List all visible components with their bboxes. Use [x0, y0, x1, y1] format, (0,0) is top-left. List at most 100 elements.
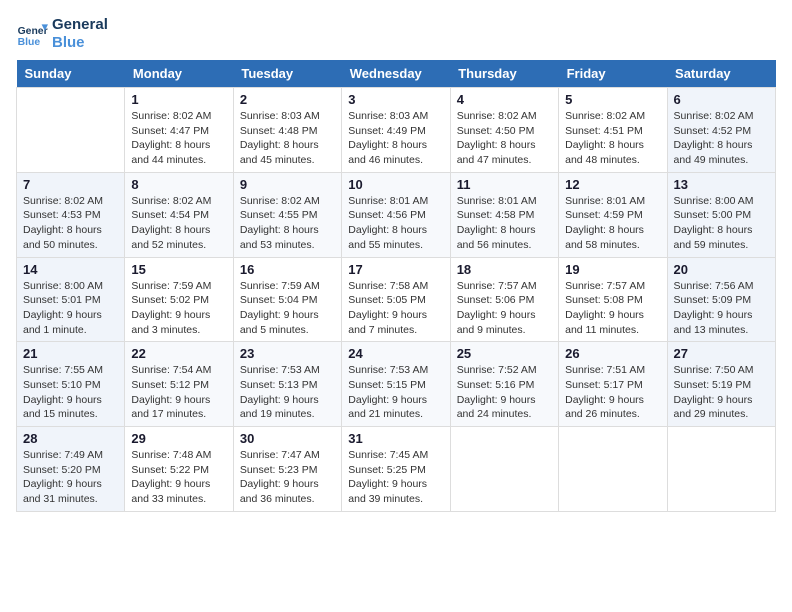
calendar-cell: 10 Sunrise: 8:01 AMSunset: 4:56 PMDayligh… — [342, 172, 450, 257]
calendar-cell: 31 Sunrise: 7:45 AMSunset: 5:25 PMDayligh… — [342, 427, 450, 512]
calendar-cell: 20 Sunrise: 7:56 AMSunset: 5:09 PMDayligh… — [667, 257, 775, 342]
day-info: Sunrise: 8:02 AMSunset: 4:54 PMDaylight:… — [131, 194, 226, 253]
day-info: Sunrise: 8:02 AMSunset: 4:55 PMDaylight:… — [240, 194, 335, 253]
day-info: Sunrise: 8:00 AMSunset: 5:00 PMDaylight:… — [674, 194, 769, 253]
calendar-cell: 24 Sunrise: 7:53 AMSunset: 5:15 PMDayligh… — [342, 342, 450, 427]
calendar-table: SundayMondayTuesdayWednesdayThursdayFrid… — [16, 60, 776, 512]
calendar-cell: 5Sunrise: 8:02 AMSunset: 4:51 PMDaylight… — [559, 88, 667, 173]
day-info: Sunrise: 7:57 AMSunset: 5:08 PMDaylight:… — [565, 279, 660, 338]
calendar-cell: 29Sunrise: 7:48 AMSunset: 5:22 PMDayligh… — [125, 427, 233, 512]
day-number: 3 — [348, 92, 443, 107]
calendar-cell: 18 Sunrise: 7:57 AMSunset: 5:06 PMDayligh… — [450, 257, 558, 342]
calendar-cell: 28 Sunrise: 7:49 AMSunset: 5:20 PMDayligh… — [17, 427, 125, 512]
calendar-cell: 21 Sunrise: 7:55 AMSunset: 5:10 PMDayligh… — [17, 342, 125, 427]
calendar-cell: 1 Sunrise: 8:02 AMSunset: 4:47 PMDaylight… — [125, 88, 233, 173]
day-number: 20 — [674, 262, 769, 277]
day-info: Sunrise: 7:52 AMSunset: 5:16 PMDaylight:… — [457, 363, 552, 422]
day-header-thursday: Thursday — [450, 60, 558, 88]
calendar-cell: 3 Sunrise: 8:03 AMSunset: 4:49 PMDaylight… — [342, 88, 450, 173]
day-number: 21 — [23, 346, 118, 361]
calendar-cell: 2 Sunrise: 8:03 AMSunset: 4:48 PMDaylight… — [233, 88, 341, 173]
calendar-cell: 17 Sunrise: 7:58 AMSunset: 5:05 PMDayligh… — [342, 257, 450, 342]
day-number: 28 — [23, 431, 118, 446]
day-info: Sunrise: 8:02 AMSunset: 4:53 PMDaylight:… — [23, 194, 118, 253]
day-info: Sunrise: 8:03 AMSunset: 4:49 PMDaylight:… — [348, 109, 443, 168]
day-number: 25 — [457, 346, 552, 361]
day-number: 22 — [131, 346, 226, 361]
logo-icon: General Blue — [16, 18, 48, 50]
logo: General Blue General Blue — [16, 16, 108, 52]
day-number: 23 — [240, 346, 335, 361]
day-number: 19 — [565, 262, 660, 277]
day-number: 27 — [674, 346, 769, 361]
day-info: Sunrise: 8:02 AMSunset: 4:50 PMDaylight:… — [457, 109, 552, 168]
page-header: General Blue General Blue — [16, 16, 776, 52]
calendar-cell — [450, 427, 558, 512]
day-info: Sunrise: 8:01 AMSunset: 4:58 PMDaylight:… — [457, 194, 552, 253]
day-info: Sunrise: 7:58 AMSunset: 5:05 PMDaylight:… — [348, 279, 443, 338]
day-info: Sunrise: 7:59 AMSunset: 5:04 PMDaylight:… — [240, 279, 335, 338]
day-info: Sunrise: 7:49 AMSunset: 5:20 PMDaylight:… — [23, 448, 118, 507]
day-header-tuesday: Tuesday — [233, 60, 341, 88]
day-header-monday: Monday — [125, 60, 233, 88]
day-info: Sunrise: 8:00 AMSunset: 5:01 PMDaylight:… — [23, 279, 118, 338]
day-number: 11 — [457, 177, 552, 192]
day-number: 1 — [131, 92, 226, 107]
calendar-cell — [559, 427, 667, 512]
calendar-cell: 19 Sunrise: 7:57 AMSunset: 5:08 PMDayligh… — [559, 257, 667, 342]
day-info: Sunrise: 7:47 AMSunset: 5:23 PMDaylight:… — [240, 448, 335, 507]
logo-text-general: General — [52, 16, 108, 34]
day-number: 13 — [674, 177, 769, 192]
day-info: Sunrise: 7:51 AMSunset: 5:17 PMDaylight:… — [565, 363, 660, 422]
day-number: 2 — [240, 92, 335, 107]
calendar-cell: 11 Sunrise: 8:01 AMSunset: 4:58 PMDayligh… — [450, 172, 558, 257]
day-number: 16 — [240, 262, 335, 277]
day-number: 5 — [565, 92, 660, 107]
week-row-5: 28 Sunrise: 7:49 AMSunset: 5:20 PMDayligh… — [17, 427, 776, 512]
calendar-cell: 27 Sunrise: 7:50 AMSunset: 5:19 PMDayligh… — [667, 342, 775, 427]
day-info: Sunrise: 8:02 AMSunset: 4:52 PMDaylight:… — [674, 109, 769, 168]
logo-text-blue: Blue — [52, 34, 108, 52]
week-row-3: 14 Sunrise: 8:00 AMSunset: 5:01 PMDayligh… — [17, 257, 776, 342]
day-number: 18 — [457, 262, 552, 277]
calendar-cell: 4 Sunrise: 8:02 AMSunset: 4:50 PMDaylight… — [450, 88, 558, 173]
calendar-cell: 16 Sunrise: 7:59 AMSunset: 5:04 PMDayligh… — [233, 257, 341, 342]
week-row-1: 1 Sunrise: 8:02 AMSunset: 4:47 PMDaylight… — [17, 88, 776, 173]
day-number: 12 — [565, 177, 660, 192]
day-info: Sunrise: 7:57 AMSunset: 5:06 PMDaylight:… — [457, 279, 552, 338]
calendar-cell: 12 Sunrise: 8:01 AMSunset: 4:59 PMDayligh… — [559, 172, 667, 257]
day-info: Sunrise: 7:53 AMSunset: 5:15 PMDaylight:… — [348, 363, 443, 422]
calendar-cell: 25 Sunrise: 7:52 AMSunset: 5:16 PMDayligh… — [450, 342, 558, 427]
day-number: 31 — [348, 431, 443, 446]
day-info: Sunrise: 7:55 AMSunset: 5:10 PMDaylight:… — [23, 363, 118, 422]
calendar-cell: 13 Sunrise: 8:00 AMSunset: 5:00 PMDayligh… — [667, 172, 775, 257]
calendar-cell: 30Sunrise: 7:47 AMSunset: 5:23 PMDayligh… — [233, 427, 341, 512]
calendar-cell — [667, 427, 775, 512]
day-info: Sunrise: 8:02 AMSunset: 4:47 PMDaylight:… — [131, 109, 226, 168]
day-info: Sunrise: 7:45 AMSunset: 5:25 PMDaylight:… — [348, 448, 443, 507]
day-number: 14 — [23, 262, 118, 277]
day-number: 8 — [131, 177, 226, 192]
day-info: Sunrise: 7:50 AMSunset: 5:19 PMDaylight:… — [674, 363, 769, 422]
day-info: Sunrise: 7:53 AMSunset: 5:13 PMDaylight:… — [240, 363, 335, 422]
day-number: 26 — [565, 346, 660, 361]
day-info: Sunrise: 7:59 AMSunset: 5:02 PMDaylight:… — [131, 279, 226, 338]
svg-text:Blue: Blue — [18, 37, 41, 48]
day-header-sunday: Sunday — [17, 60, 125, 88]
calendar-cell: 6Sunrise: 8:02 AMSunset: 4:52 PMDaylight… — [667, 88, 775, 173]
day-number: 7 — [23, 177, 118, 192]
day-info: Sunrise: 8:01 AMSunset: 4:59 PMDaylight:… — [565, 194, 660, 253]
day-info: Sunrise: 7:56 AMSunset: 5:09 PMDaylight:… — [674, 279, 769, 338]
calendar-cell: 22Sunrise: 7:54 AMSunset: 5:12 PMDayligh… — [125, 342, 233, 427]
day-number: 17 — [348, 262, 443, 277]
week-row-4: 21 Sunrise: 7:55 AMSunset: 5:10 PMDayligh… — [17, 342, 776, 427]
calendar-cell — [17, 88, 125, 173]
day-info: Sunrise: 8:03 AMSunset: 4:48 PMDaylight:… — [240, 109, 335, 168]
calendar-cell: 7 Sunrise: 8:02 AMSunset: 4:53 PMDaylight… — [17, 172, 125, 257]
day-info: Sunrise: 7:48 AMSunset: 5:22 PMDaylight:… — [131, 448, 226, 507]
day-info: Sunrise: 8:01 AMSunset: 4:56 PMDaylight:… — [348, 194, 443, 253]
day-number: 10 — [348, 177, 443, 192]
day-number: 24 — [348, 346, 443, 361]
day-number: 4 — [457, 92, 552, 107]
day-header-wednesday: Wednesday — [342, 60, 450, 88]
